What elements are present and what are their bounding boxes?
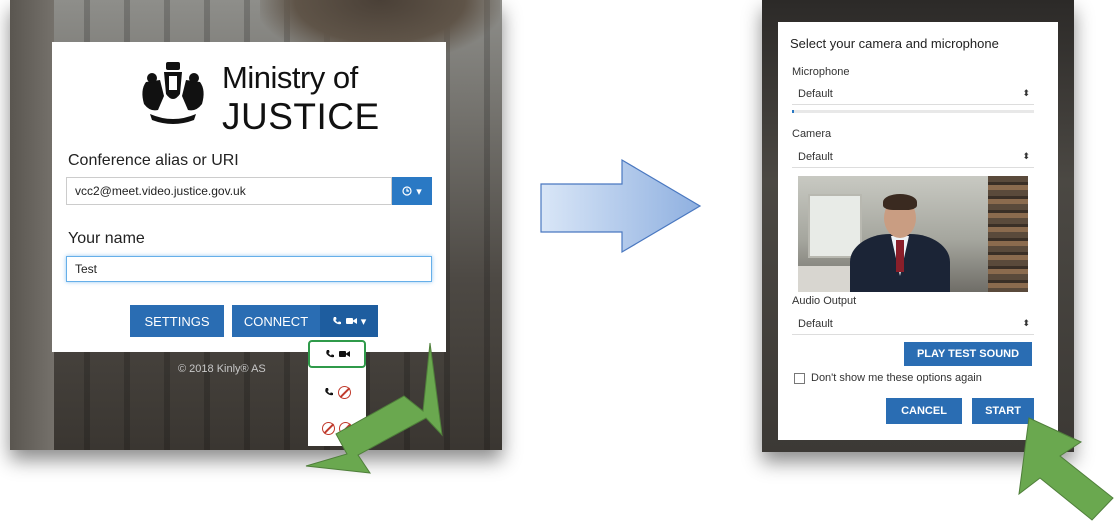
pointer-arrow-connect [305,342,443,474]
pointer-arrow-start [1018,417,1114,521]
flow-arrow [540,158,702,254]
annotation-overlay [305,158,1114,521]
